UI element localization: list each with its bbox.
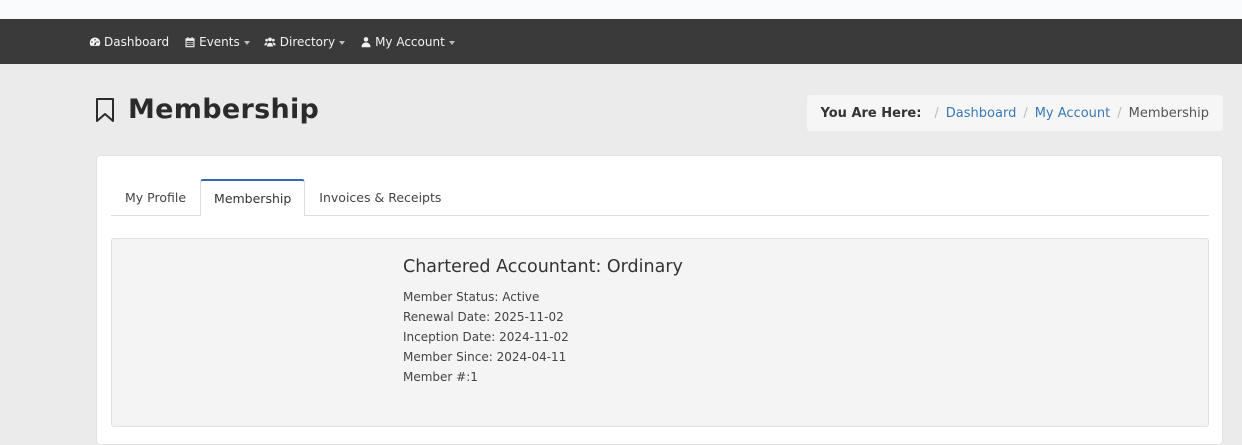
nav-directory[interactable]: Directory [264,34,346,49]
membership-card: Chartered Accountant: Ordinary Member St… [111,238,1209,427]
page-title: Membership [94,94,319,125]
chevron-down-icon [448,40,455,45]
breadcrumb-dashboard-link[interactable]: Dashboard [946,106,1017,121]
main-navbar: Dashboard Events Directory My Account [0,19,1242,64]
chevron-down-icon [243,40,250,45]
calendar-icon [183,36,196,48]
tab-my-profile[interactable]: My Profile [111,179,200,215]
nav-my-account-label: My Account [375,34,445,49]
breadcrumb-current: Membership [1128,105,1209,121]
chevron-down-icon [339,40,346,45]
bookmark-icon [94,97,116,123]
account-panel: My Profile Membership Invoices & Receipt… [96,155,1223,445]
renewal-date: Renewal Date: 2025-11-02 [403,310,564,324]
member-number: Member #:1 [403,370,478,384]
breadcrumb-separator: / [1117,105,1122,121]
breadcrumb-label: You Are Here: [820,105,922,121]
member-since: Member Since: 2024-04-11 [403,350,567,364]
nav-dashboard-label: Dashboard [104,34,170,49]
page-header: Membership You Are Here: / Dashboard / M… [0,64,1242,155]
page-title-text: Membership [128,94,320,125]
breadcrumb-separator: / [1023,105,1028,121]
nav-events-label: Events [199,34,240,49]
breadcrumb-separator: / [934,105,939,121]
nav-dashboard[interactable]: Dashboard [88,35,169,49]
membership-type: Chartered Accountant: Ordinary [403,257,683,277]
nav-events[interactable]: Events [183,35,250,49]
users-icon [264,36,277,48]
top-strip [0,0,1242,19]
membership-details: Chartered Accountant: Ordinary Member St… [403,257,683,387]
tab-invoices-receipts[interactable]: Invoices & Receipts [305,179,455,215]
breadcrumb: You Are Here: / Dashboard / My Account /… [806,95,1223,131]
account-tabs: My Profile Membership Invoices & Receipt… [111,179,1209,216]
inception-date: Inception Date: 2024-11-02 [403,330,569,344]
member-status: Member Status: Active [403,290,540,304]
dashboard-icon [88,36,101,48]
breadcrumb-my-account-link[interactable]: My Account [1035,106,1111,121]
tab-membership[interactable]: Membership [200,179,306,216]
user-icon [359,36,372,48]
nav-directory-label: Directory [279,34,336,49]
nav-my-account[interactable]: My Account [359,35,455,49]
